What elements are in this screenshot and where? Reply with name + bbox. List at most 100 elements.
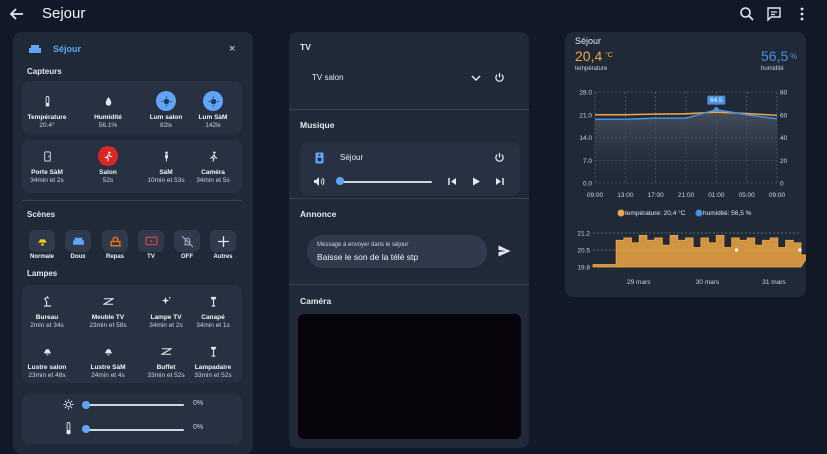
legend-temperature[interactable]: température: 20,4 °C xyxy=(625,210,685,217)
scene-label: TV xyxy=(147,254,155,260)
scene-label: Repas xyxy=(105,254,124,260)
motion-icon xyxy=(104,151,112,161)
door-badge[interactable] xyxy=(37,146,57,166)
floor-lamp-badge[interactable] xyxy=(203,341,223,361)
announce-heading: Annonce xyxy=(300,209,337,219)
tile-value: 142lx xyxy=(205,122,221,129)
tile-value: 33min et 52s xyxy=(194,372,232,379)
close-icon[interactable]: × xyxy=(229,43,235,55)
volume-slider[interactable] xyxy=(340,181,432,183)
range-handle xyxy=(798,248,802,252)
person-badge[interactable] xyxy=(156,146,176,166)
desk-lamp-badge[interactable] xyxy=(37,291,57,311)
tile-name[interactable]: Lustre SàM xyxy=(78,364,138,371)
divider xyxy=(289,109,529,110)
announce-input[interactable]: Baisse le son de la télé stp xyxy=(317,252,418,262)
motion-badge[interactable] xyxy=(98,146,118,166)
led-strip-badge[interactable] xyxy=(98,291,118,311)
water-drop-badge[interactable] xyxy=(98,91,118,111)
top-app-bar: Sejour xyxy=(0,0,827,28)
y-tick-left: 0.0 xyxy=(583,181,592,188)
scene-button-repas[interactable] xyxy=(102,230,128,252)
floor-lamp-icon xyxy=(210,346,216,357)
divider xyxy=(289,284,529,285)
chevron-down-icon[interactable] xyxy=(471,74,481,82)
chat-icon[interactable] xyxy=(766,6,782,22)
more-vertical-icon[interactable] xyxy=(794,6,810,22)
color-temp-slider[interactable] xyxy=(86,429,184,431)
scene-label: Autres xyxy=(213,254,233,260)
sensors-heading: Capteurs xyxy=(27,67,62,76)
scene-button-autres[interactable] xyxy=(210,230,236,252)
legend-temperature-dot[interactable] xyxy=(617,209,625,217)
volume-slider-knob[interactable] xyxy=(336,177,344,185)
temperature-value: 20,4 xyxy=(575,48,603,64)
scene-button-tv[interactable] xyxy=(138,230,164,252)
search-icon[interactable] xyxy=(739,6,755,22)
tile-name[interactable]: Meuble TV xyxy=(78,314,138,321)
chandelier-icon xyxy=(104,345,112,355)
brightness-badge[interactable] xyxy=(203,91,223,111)
y-tick-right: 40 xyxy=(780,135,788,142)
tile-name[interactable]: Salon xyxy=(78,169,138,176)
light-off-icon xyxy=(181,235,193,247)
tile-name[interactable]: Lum SàM xyxy=(183,114,243,121)
chandelier-badge[interactable] xyxy=(98,341,118,361)
legend-humidity-dot[interactable] xyxy=(695,209,703,217)
highlight-point xyxy=(713,107,719,113)
brightness-slider-knob[interactable] xyxy=(82,401,90,409)
tile-name[interactable]: Lustre salon xyxy=(17,364,77,371)
brightness-badge[interactable] xyxy=(156,91,176,111)
tile-name[interactable]: Lampadaire xyxy=(183,364,243,371)
send-icon[interactable] xyxy=(498,245,511,257)
x-tick: 29 mars xyxy=(627,279,651,286)
tile-name[interactable]: Bureau xyxy=(17,314,77,321)
legend-humidity[interactable]: humidité: 56,5 % xyxy=(703,210,751,217)
y-tick: 20.5 xyxy=(577,248,590,255)
lamps-heading: Lampes xyxy=(27,269,58,278)
temperature-label: température xyxy=(575,66,608,72)
led-strip-badge[interactable] xyxy=(156,341,176,361)
music-heading: Musique xyxy=(300,120,335,130)
play-icon[interactable] xyxy=(472,177,481,186)
sofa-icon xyxy=(29,45,41,53)
door-icon xyxy=(43,150,51,162)
walking-badge[interactable] xyxy=(203,146,223,166)
scene-label: OFF xyxy=(181,254,193,260)
previous-icon[interactable] xyxy=(448,177,457,186)
volume-icon[interactable] xyxy=(313,176,325,187)
scene-button-doux[interactable] xyxy=(65,230,91,252)
tile-name[interactable]: Humidité xyxy=(78,114,138,121)
power-icon[interactable] xyxy=(494,152,505,163)
scene-button-normale[interactable] xyxy=(29,230,55,252)
led-strip-icon xyxy=(160,347,172,355)
tv-heading: TV xyxy=(300,42,311,52)
power-icon[interactable] xyxy=(494,72,505,83)
chandelier-badge[interactable] xyxy=(37,341,57,361)
sparkle-badge[interactable] xyxy=(156,291,176,311)
color-temp-slider-knob[interactable] xyxy=(82,425,90,433)
next-icon[interactable] xyxy=(495,177,504,186)
media-card: TV TV salon Musique Séjour Annonce Messa… xyxy=(289,32,529,448)
tile-name[interactable]: Canapé xyxy=(183,314,243,321)
tv-select[interactable]: TV salon xyxy=(312,73,344,82)
x-tick: 30 mars xyxy=(696,279,720,286)
tile-value: 56.1% xyxy=(98,122,118,129)
camera-feed[interactable] xyxy=(298,314,521,439)
y-tick-left: 21.0 xyxy=(579,112,592,119)
back-arrow-icon[interactable] xyxy=(9,6,25,22)
scene-button-off[interactable] xyxy=(174,230,200,252)
divider xyxy=(289,198,529,199)
scene-label: Doux xyxy=(70,254,86,260)
tv-icon xyxy=(145,236,157,245)
tile-name[interactable]: Caméra xyxy=(183,169,243,176)
tile-name[interactable]: Température xyxy=(17,114,77,121)
tile-value: 23min et 58s xyxy=(89,322,127,329)
thermometer-badge[interactable] xyxy=(37,91,57,111)
floor-lamp-badge[interactable] xyxy=(203,291,223,311)
brightness-slider[interactable] xyxy=(86,404,184,406)
page-title: Sejour xyxy=(42,5,86,22)
y-tick-right: 60 xyxy=(780,112,788,119)
y-tick-right: 80 xyxy=(780,90,788,97)
tile-name[interactable]: Porte SàM xyxy=(17,169,77,176)
